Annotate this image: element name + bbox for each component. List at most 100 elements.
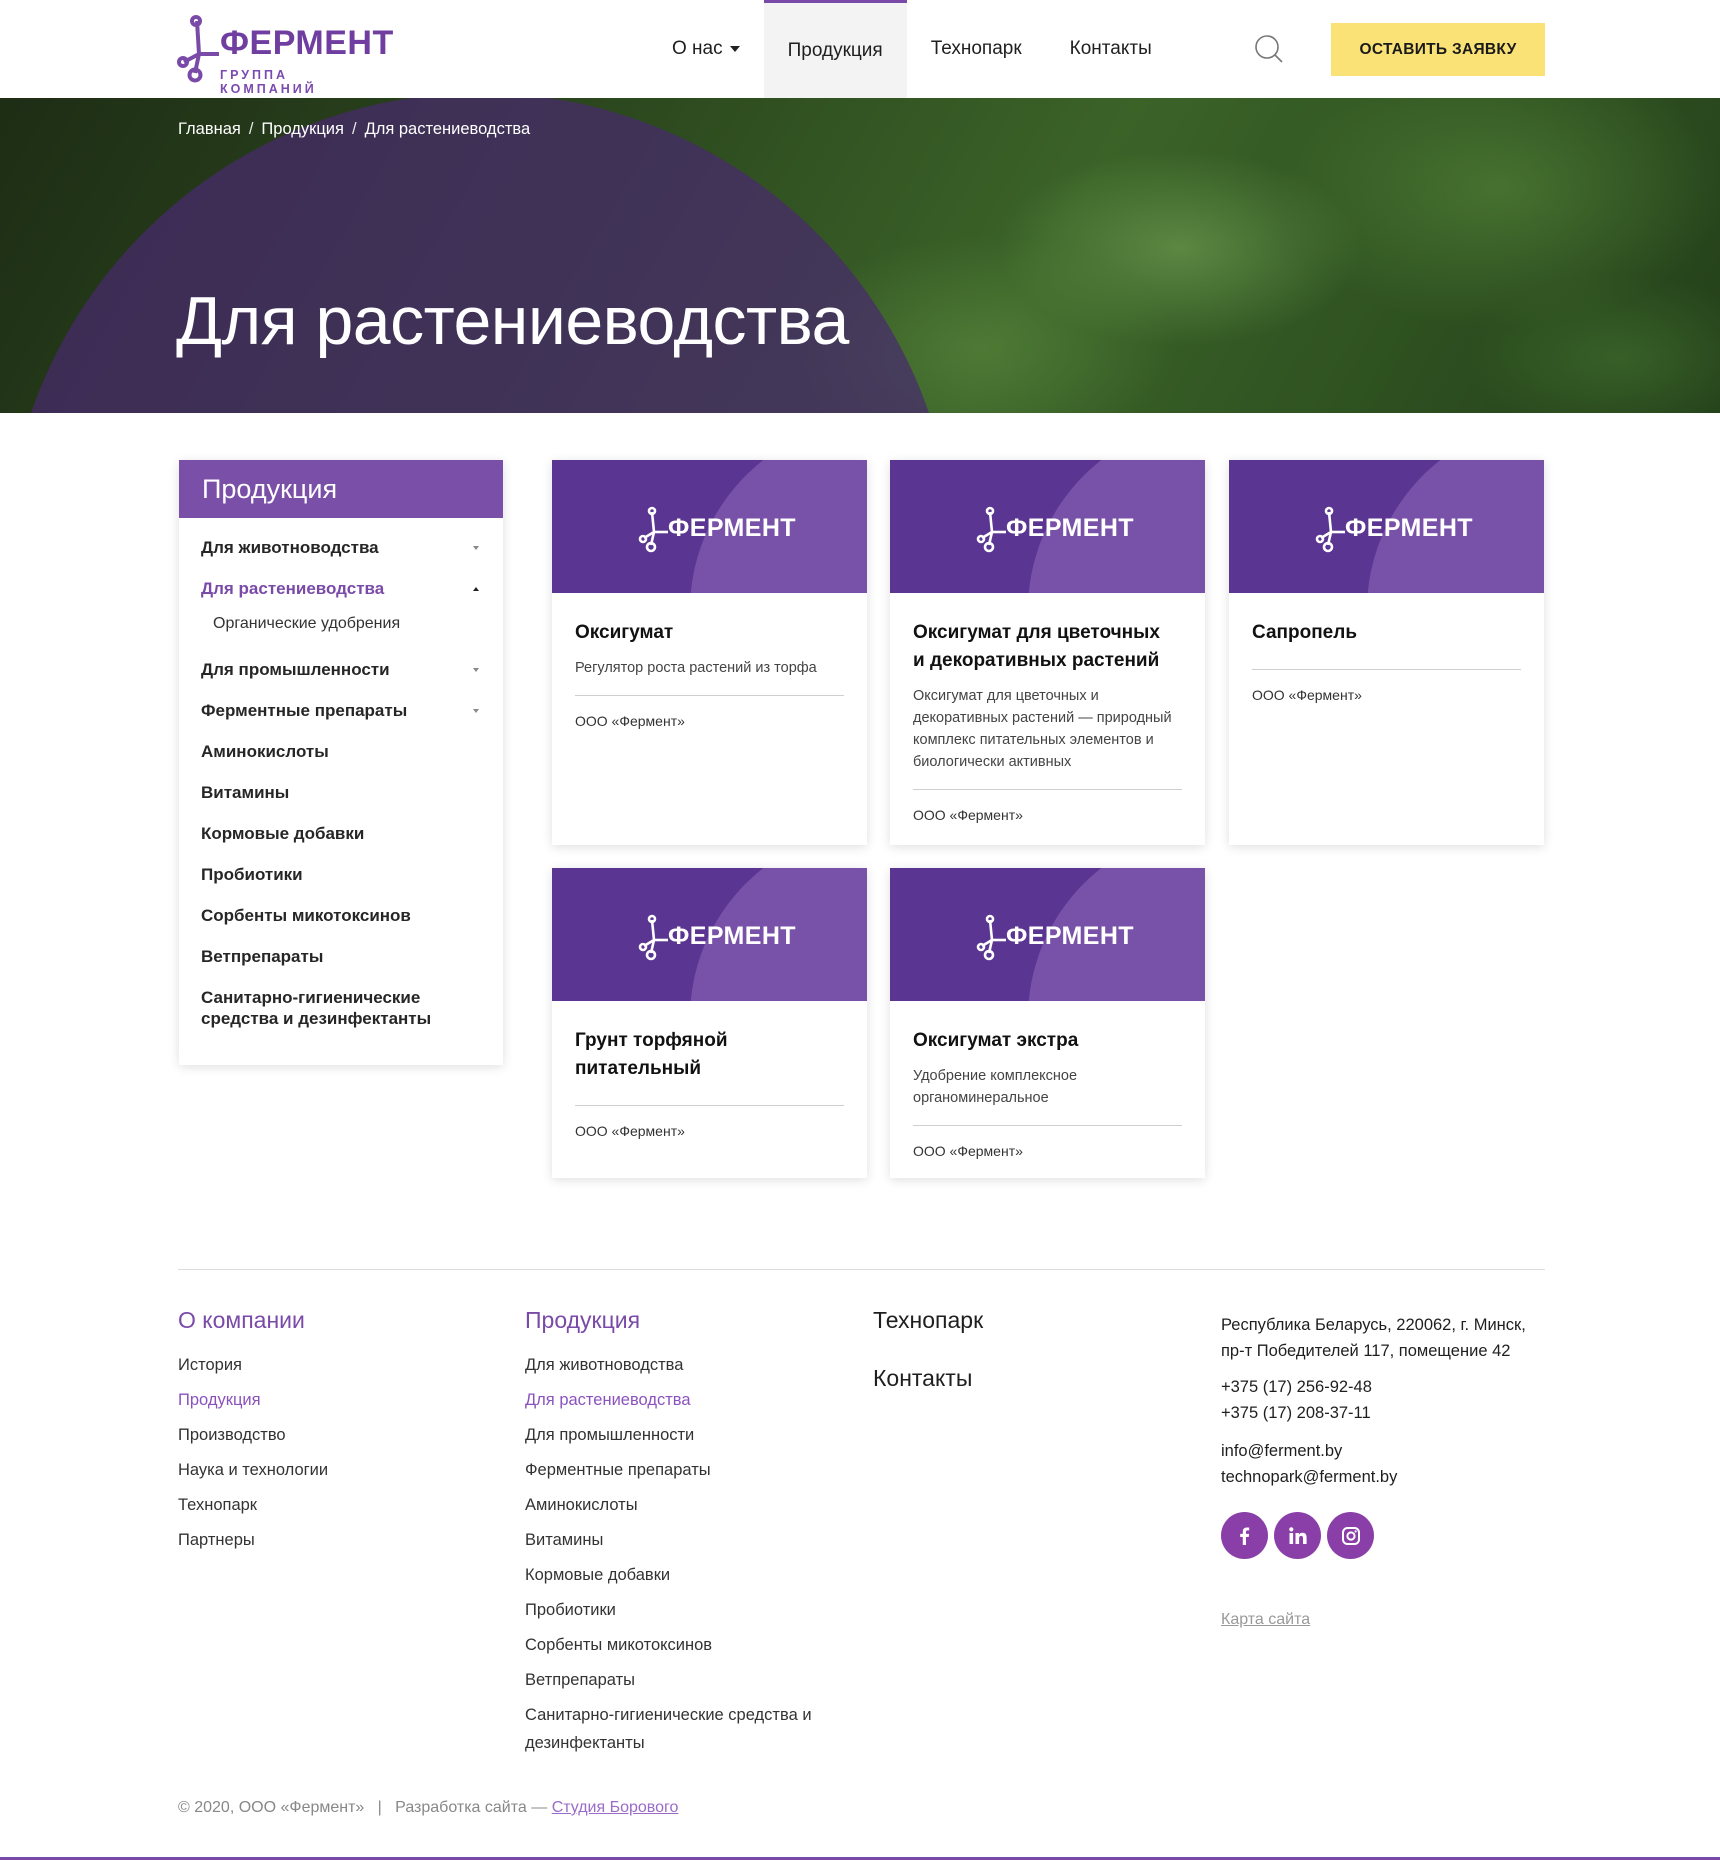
- sidebar-item-crop-production[interactable]: Для растениеводства: [201, 578, 481, 599]
- expand-arrow-icon[interactable]: [473, 708, 479, 713]
- search-icon: [1255, 35, 1283, 63]
- sidebar-item-sanitary[interactable]: Санитарно-гигиенические средства и дезин…: [201, 987, 441, 1029]
- nav-item-products[interactable]: Продукция: [763, 0, 907, 98]
- sidebar-title: Продукция: [179, 460, 503, 518]
- breadcrumb-products[interactable]: Продукция: [261, 120, 344, 139]
- phone-link[interactable]: +375 (17) 256-92-48: [1221, 1378, 1372, 1396]
- product-card[interactable]: ФЕРМЕНТ Сапропель ООО «Фермент»: [1229, 460, 1544, 845]
- footer-emails: info@ferment.by technopark@ferment.by: [1221, 1438, 1397, 1490]
- product-company: ООО «Фермент»: [1252, 687, 1362, 703]
- footer-link-enzymes[interactable]: Ферментные препараты: [525, 1453, 815, 1488]
- product-company: ООО «Фермент»: [575, 1123, 685, 1139]
- nav-item-label: Продукция: [787, 39, 883, 61]
- divider: [575, 1105, 844, 1106]
- brand-logo-white: ФЕРМЕНТ: [638, 914, 796, 962]
- caret-down-icon: [729, 46, 740, 52]
- product-card[interactable]: ФЕРМЕНТ Оксигумат Регулятор роста растен…: [552, 460, 867, 845]
- footer-technopark-link[interactable]: Технопарк: [873, 1307, 983, 1334]
- footer-divider: [178, 1269, 1545, 1270]
- search-button[interactable]: [1254, 34, 1284, 64]
- sidebar-item-mycotoxin-sorbents[interactable]: Сорбенты микотоксинов: [201, 905, 481, 926]
- footer-link-amino-acids[interactable]: Аминокислоты: [525, 1488, 815, 1523]
- footer-link-history[interactable]: История: [178, 1348, 328, 1383]
- footer-link-sanitary[interactable]: Санитарно-гигиенические средства и дезин…: [525, 1701, 815, 1757]
- product-card[interactable]: ФЕРМЕНТ Грунт торфяной питательный ООО «…: [552, 868, 867, 1178]
- product-description: Удобрение комплексное органоминеральное: [913, 1068, 1078, 1106]
- footer-link-products[interactable]: Продукция: [178, 1383, 328, 1418]
- brand-name: ФЕРМЕНТ: [1345, 514, 1473, 542]
- footer-link-vet-drugs[interactable]: Ветпрепараты: [525, 1663, 815, 1698]
- nav-item-about[interactable]: О нас: [648, 0, 764, 98]
- footer-link-probiotics[interactable]: Пробиотики: [525, 1593, 815, 1628]
- sidebar-item-label: Санитарно-гигиенические средства и дезин…: [201, 988, 432, 1028]
- brand-logo-white: ФЕРМЕНТ: [976, 914, 1134, 962]
- phone-link[interactable]: +375 (17) 208-37-11: [1221, 1404, 1371, 1422]
- nav-item-technopark[interactable]: Технопарк: [907, 0, 1046, 98]
- sidebar-list: Для животноводства Для растениеводства О…: [179, 518, 503, 1029]
- divider: [1252, 669, 1521, 670]
- email-link[interactable]: info@ferment.by: [1221, 1442, 1342, 1460]
- linkedin-button[interactable]: [1274, 1512, 1321, 1559]
- brand-name: ФЕРМЕНТ: [220, 24, 394, 62]
- product-description: Регулятор роста растений из торфа: [575, 660, 817, 676]
- collapse-arrow-icon[interactable]: [473, 586, 479, 591]
- footer-link-science[interactable]: Наука и технологии: [178, 1453, 328, 1488]
- footer-link-crop-production[interactable]: Для растениеводства: [525, 1383, 815, 1418]
- breadcrumb-home[interactable]: Главная: [178, 120, 241, 139]
- expand-arrow-icon[interactable]: [473, 667, 479, 672]
- product-title[interactable]: Оксигумат для цветочных и декоративных р…: [913, 619, 1163, 675]
- footer-link-livestock[interactable]: Для животноводства: [525, 1348, 815, 1383]
- product-card[interactable]: ФЕРМЕНТ Оксигумат экстра Удобрение компл…: [890, 868, 1205, 1178]
- linkedin-icon: [1288, 1526, 1307, 1544]
- sidebar-item-feed-additives[interactable]: Кормовые добавки: [201, 823, 481, 844]
- nav-item-label: Контакты: [1069, 38, 1152, 59]
- sidebar-item-industry[interactable]: Для промышленности: [201, 659, 481, 680]
- breadcrumb-separator: /: [351, 120, 357, 138]
- product-title[interactable]: Грунт торфяной питательный: [575, 1027, 844, 1083]
- footer-address: Республика Беларусь, 220062, г. Минск, п…: [1221, 1316, 1526, 1360]
- sidebar-item-vitamins[interactable]: Витамины: [201, 782, 481, 803]
- brand-logo-white: ФЕРМЕНТ: [976, 506, 1134, 554]
- instagram-button[interactable]: [1327, 1512, 1374, 1559]
- footer-link-industry[interactable]: Для промышленности: [525, 1418, 815, 1453]
- footer-about-title[interactable]: О компании: [178, 1307, 305, 1334]
- product-description: Оксигумат для цветочных и декоративных р…: [913, 688, 1172, 770]
- sidebar-item-livestock[interactable]: Для животноводства: [201, 537, 481, 558]
- product-title[interactable]: Сапропель: [1252, 619, 1521, 647]
- social-links: [1221, 1512, 1374, 1559]
- copyright-separator: |: [377, 1799, 382, 1816]
- nav-item-contacts[interactable]: Контакты: [1046, 0, 1176, 98]
- request-button[interactable]: ОСТАВИТЬ ЗАЯВКУ: [1331, 23, 1545, 76]
- footer-link-mycotoxin-sorbents[interactable]: Сорбенты микотоксинов: [525, 1628, 815, 1663]
- brand-logo[interactable]: ФЕРМЕНТ ГРУППА КОМПАНИЙ: [176, 14, 393, 96]
- sidebar-item-label: Ферментные препараты: [201, 701, 408, 720]
- footer-products-title[interactable]: Продукция: [525, 1307, 640, 1334]
- footer-link-technopark[interactable]: Технопарк: [178, 1488, 328, 1523]
- instagram-icon: [1341, 1526, 1360, 1545]
- footer-link-vitamins[interactable]: Витамины: [525, 1523, 815, 1558]
- email-link[interactable]: technopark@ferment.by: [1221, 1468, 1397, 1486]
- product-title[interactable]: Оксигумат экстра: [913, 1027, 1182, 1055]
- footer-link-production[interactable]: Производство: [178, 1418, 328, 1453]
- footer-link-feed-additives[interactable]: Кормовые добавки: [525, 1558, 815, 1593]
- sidebar-subitem-organic-fertilizers[interactable]: Органические удобрения: [201, 615, 481, 633]
- footer-products-links: Для животноводства Для растениеводства Д…: [525, 1348, 815, 1757]
- product-card[interactable]: ФЕРМЕНТ Оксигумат для цветочных и декора…: [890, 460, 1205, 845]
- sidebar-item-label: Сорбенты микотоксинов: [201, 906, 411, 925]
- developer-link[interactable]: Студия Борового: [552, 1799, 679, 1816]
- product-image: ФЕРМЕНТ: [1229, 460, 1544, 593]
- sidebar-item-amino-acids[interactable]: Аминокислоты: [201, 741, 481, 762]
- brand-name: ФЕРМЕНТ: [1006, 922, 1134, 950]
- product-title[interactable]: Оксигумат: [575, 619, 844, 647]
- brand-logo-white: ФЕРМЕНТ: [638, 506, 796, 554]
- sitemap-link[interactable]: Карта сайта: [1221, 1611, 1310, 1629]
- facebook-button[interactable]: [1221, 1512, 1268, 1559]
- sidebar-item-enzymes[interactable]: Ферментные препараты: [201, 700, 481, 721]
- sidebar-item-vet-drugs[interactable]: Ветпрепараты: [201, 946, 481, 967]
- footer-about-links: История Продукция Производство Наука и т…: [178, 1348, 328, 1558]
- sidebar-item-probiotics[interactable]: Пробиотики: [201, 864, 481, 885]
- divider: [913, 789, 1182, 790]
- footer-link-partners[interactable]: Партнеры: [178, 1523, 328, 1558]
- footer-contacts-link[interactable]: Контакты: [873, 1365, 972, 1392]
- expand-arrow-icon[interactable]: [473, 545, 479, 550]
